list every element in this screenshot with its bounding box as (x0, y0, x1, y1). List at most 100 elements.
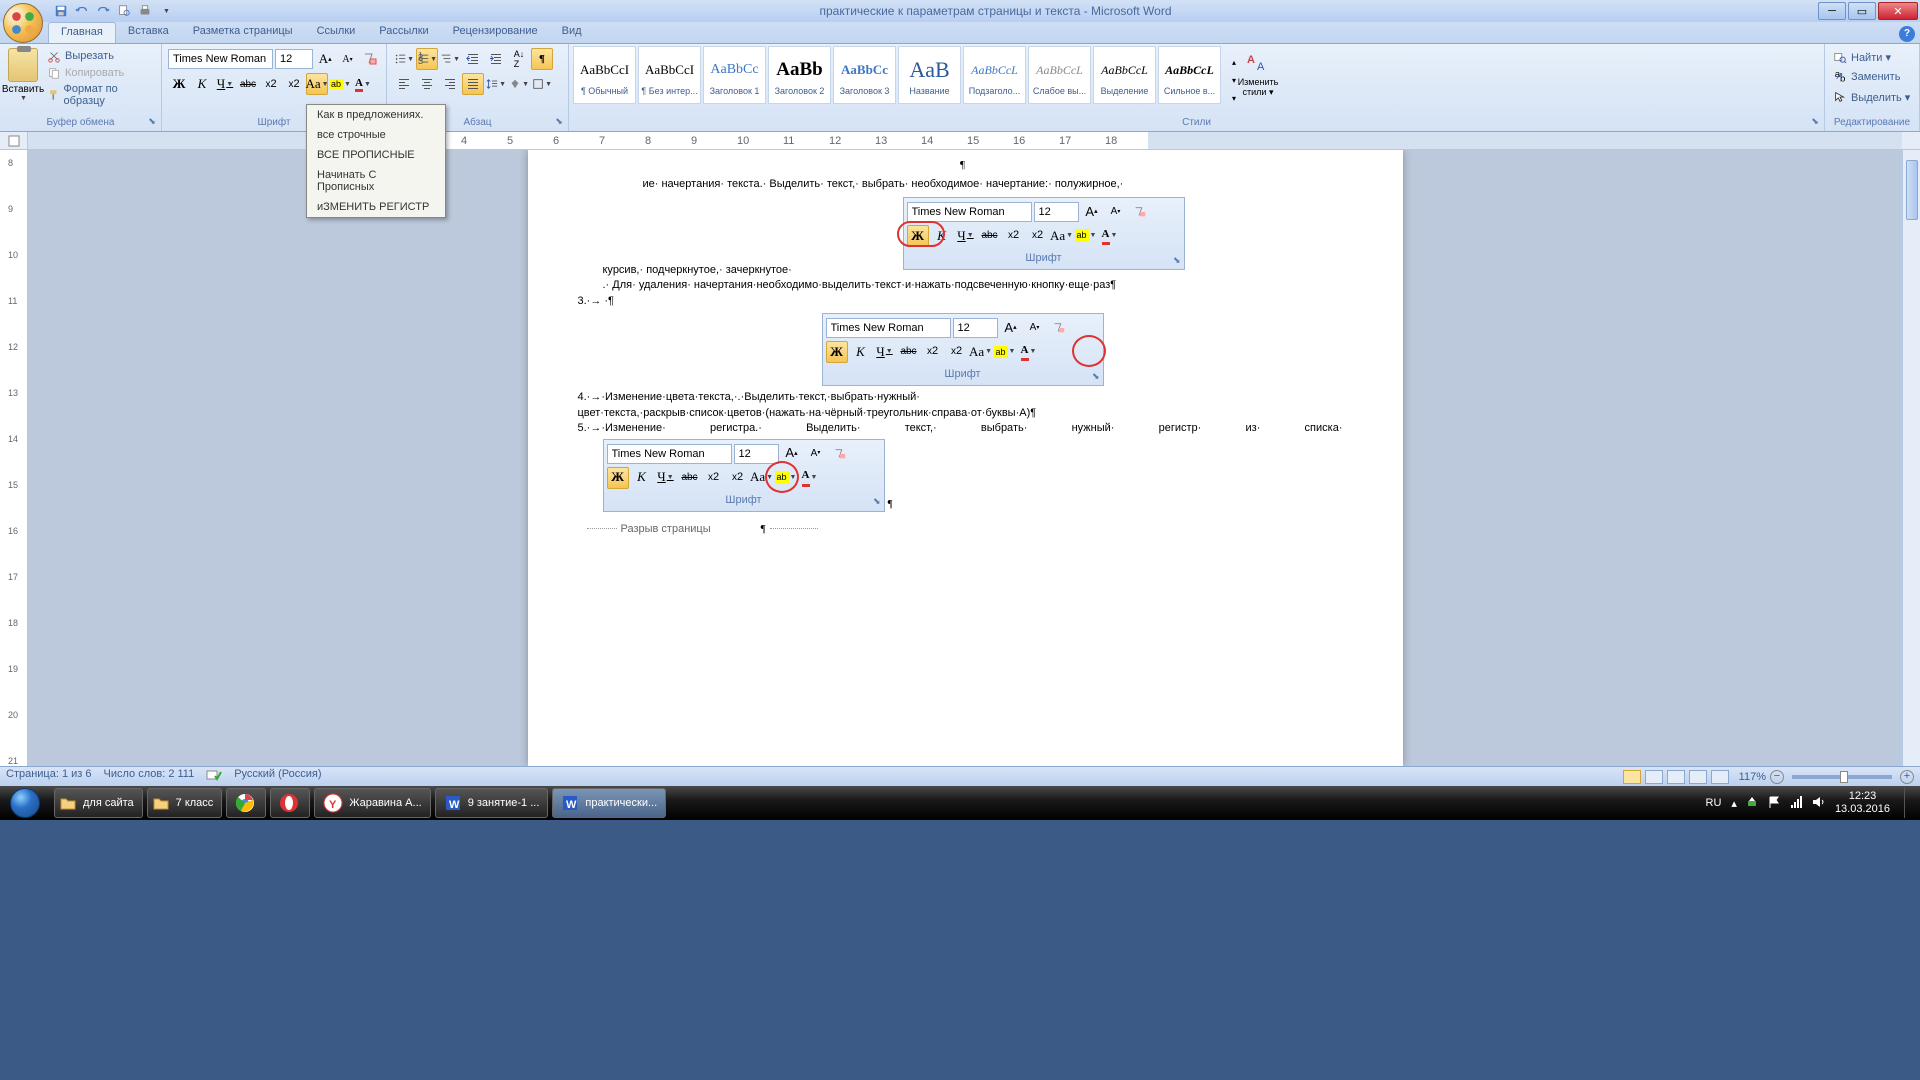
qat-dropdown[interactable]: ▼ (157, 2, 175, 20)
minimize-button[interactable]: ─ (1818, 2, 1846, 20)
tray-time[interactable]: 12:23 (1835, 790, 1890, 803)
save-icon[interactable] (52, 2, 70, 20)
align-left-button[interactable] (393, 73, 415, 95)
cut-button[interactable]: Вырезать (46, 48, 153, 64)
style-item[interactable]: AaBbCcЗаголовок 3 (833, 46, 896, 104)
line-spacing-button[interactable]: ▼ (485, 73, 507, 95)
style-item[interactable]: AaBbCcLСлабое вы... (1028, 46, 1091, 104)
justify-button[interactable] (462, 73, 484, 95)
styles-gallery[interactable]: AaBbCcI¶ ОбычныйAaBbCcI¶ Без интер... AaB… (573, 46, 1221, 115)
zoom-slider[interactable] (1792, 775, 1892, 779)
borders-button[interactable]: ▼ (531, 73, 553, 95)
style-item[interactable]: AaBbCcI¶ Обычный (573, 46, 636, 104)
start-button[interactable] (0, 786, 50, 820)
tray-network-icon[interactable] (1789, 795, 1803, 812)
grow-font-button[interactable]: A▴ (315, 48, 335, 70)
taskbar-opera[interactable] (270, 788, 310, 818)
format-painter-button[interactable]: Формат по образцу (46, 82, 153, 108)
close-button[interactable]: ✕ (1878, 2, 1918, 20)
multilevel-list-button[interactable]: ▼ (439, 48, 461, 70)
quick-print-icon[interactable] (136, 2, 154, 20)
clipboard-launcher[interactable]: ⬊ (146, 116, 158, 128)
shading-button[interactable]: ▼ (508, 73, 530, 95)
underline-button[interactable]: Ч▼ (214, 73, 236, 95)
increase-indent-button[interactable] (485, 48, 507, 70)
change-case-button[interactable]: Aa▼ (306, 73, 328, 95)
spell-check-icon[interactable] (206, 768, 222, 785)
language-status[interactable]: Русский (Россия) (234, 768, 321, 785)
taskbar-chrome[interactable] (226, 788, 266, 818)
tab-layout[interactable]: Разметка страницы (181, 22, 305, 43)
style-item[interactable]: AaBНазвание (898, 46, 961, 104)
case-menu-item[interactable]: Как в предложениях. (307, 105, 445, 125)
copy-button[interactable]: Копировать (46, 65, 153, 81)
undo-icon[interactable] (73, 2, 91, 20)
paste-button[interactable]: Вставить ▼ (4, 46, 42, 115)
case-menu-item[interactable]: Начинать С Прописных (307, 165, 445, 197)
style-item[interactable]: AaBbЗаголовок 2 (768, 46, 831, 104)
select-button[interactable]: Выделить ▾ (1831, 88, 1912, 106)
tab-view[interactable]: Вид (550, 22, 594, 43)
align-center-button[interactable] (416, 73, 438, 95)
tab-review[interactable]: Рецензирование (441, 22, 550, 43)
outline-view[interactable] (1689, 770, 1707, 784)
zoom-level[interactable]: 117% (1739, 771, 1766, 783)
zoom-in[interactable]: + (1900, 770, 1914, 784)
print-preview-icon[interactable] (115, 2, 133, 20)
style-item[interactable]: AaBbCcI¶ Без интер... (638, 46, 701, 104)
subscript-button[interactable]: x2 (260, 73, 282, 95)
align-right-button[interactable] (439, 73, 461, 95)
tab-mailings[interactable]: Рассылки (367, 22, 440, 43)
page-status[interactable]: Страница: 1 из 6 (6, 768, 92, 785)
horizontal-ruler[interactable]: 123456789101112131415161718 (0, 132, 1920, 150)
sort-button[interactable]: A↓Z (508, 48, 530, 70)
tab-home[interactable]: Главная (48, 22, 116, 43)
show-marks-button[interactable]: ¶ (531, 48, 553, 70)
vertical-scrollbar[interactable] (1902, 150, 1920, 766)
shrink-font-button[interactable]: A▾ (337, 48, 357, 70)
superscript-button[interactable]: x2 (283, 73, 305, 95)
maximize-button[interactable]: ▭ (1848, 2, 1876, 20)
replace-button[interactable]: abЗаменить (1831, 68, 1912, 86)
word-count[interactable]: Число слов: 2 111 (104, 768, 195, 785)
bold-button[interactable]: Ж (168, 73, 190, 95)
office-button[interactable] (3, 3, 43, 43)
style-item[interactable]: AaBbCcLСильное в... (1158, 46, 1221, 104)
scroll-thumb[interactable] (1906, 160, 1918, 220)
styles-launcher[interactable]: ⬊ (1809, 116, 1821, 128)
strikethrough-button[interactable]: abc (237, 73, 259, 95)
font-name-input[interactable] (168, 49, 273, 69)
tab-references[interactable]: Ссылки (305, 22, 368, 43)
change-styles-button[interactable]: AA Изменить стили ▾ (1237, 46, 1279, 115)
full-screen-view[interactable] (1645, 770, 1663, 784)
font-color-button[interactable]: A▼ (352, 73, 374, 95)
clear-formatting-button[interactable] (360, 48, 380, 70)
italic-button[interactable]: К (191, 73, 213, 95)
zoom-out[interactable]: − (1770, 770, 1784, 784)
style-item[interactable]: AaBbCcLПодзаголо... (963, 46, 1026, 104)
tray-date[interactable]: 13.03.2016 (1835, 803, 1890, 816)
redo-icon[interactable] (94, 2, 112, 20)
highlight-button[interactable]: ab▼ (329, 73, 351, 95)
help-button[interactable]: ? (1899, 26, 1915, 42)
case-menu-item[interactable]: иЗМЕНИТЬ РЕГИСТР (307, 197, 445, 217)
taskbar-folder-1[interactable]: для сайта (54, 788, 143, 818)
taskbar-yandex[interactable]: YЖаравина А... (314, 788, 430, 818)
show-desktop-button[interactable] (1904, 788, 1914, 818)
draft-view[interactable] (1711, 770, 1729, 784)
taskbar-word-1[interactable]: W9 занятие-1 ... (435, 788, 549, 818)
tray-language[interactable]: RU (1706, 797, 1722, 809)
style-item[interactable]: AaBbCcLВыделение (1093, 46, 1156, 104)
web-layout-view[interactable] (1667, 770, 1685, 784)
taskbar-folder-2[interactable]: 7 класс (147, 788, 223, 818)
paragraph-launcher[interactable]: ⬊ (553, 116, 565, 128)
vertical-ruler[interactable]: 89101112131415161718192021 (0, 150, 28, 766)
numbering-button[interactable]: 123▼ (416, 48, 438, 70)
tray-volume-icon[interactable] (1811, 795, 1825, 812)
bullets-button[interactable]: ▼ (393, 48, 415, 70)
case-menu-item[interactable]: ВСЕ ПРОПИСНЫЕ (307, 145, 445, 165)
font-size-input[interactable] (275, 49, 313, 69)
case-menu-item[interactable]: все строчные (307, 125, 445, 145)
taskbar-word-2[interactable]: Wпрактически... (552, 788, 666, 818)
tray-safely-remove-icon[interactable] (1745, 795, 1759, 812)
